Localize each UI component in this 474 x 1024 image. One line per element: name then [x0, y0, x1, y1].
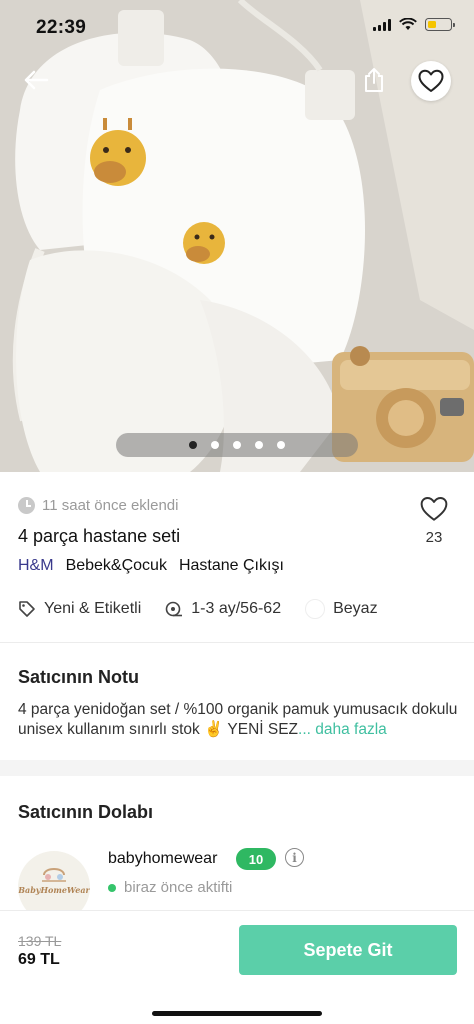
pager-dot[interactable] [189, 441, 197, 449]
checkout-bar: 139 TL 69 TL Sepete Git [0, 910, 474, 1024]
like-button[interactable]: 23 [414, 496, 454, 546]
measuring-tape-icon [165, 601, 183, 617]
favorite-button[interactable] [411, 61, 451, 101]
condition-attr: Yeni & Etiketli [18, 600, 141, 618]
seller-note-body: 4 parça yenidoğan set / %100 organik pam… [18, 701, 458, 738]
seller-status-text: biraz önce aktifti [124, 879, 233, 896]
size-text: 1-3 ay/56-62 [191, 600, 282, 617]
read-more-link[interactable]: ... daha fazla [298, 721, 387, 738]
category-link[interactable]: Bebek&Çocuk [66, 557, 167, 575]
size-attr: 1-3 ay/56-62 [165, 600, 281, 618]
status-bar: 22:39 [0, 0, 474, 56]
color-swatch [305, 599, 326, 619]
tag-icon [19, 601, 35, 617]
heart-outline-icon [418, 69, 444, 92]
like-count: 23 [425, 529, 443, 546]
info-icon[interactable]: i [285, 848, 304, 867]
heart-outline-icon [420, 497, 448, 521]
section-separator [0, 760, 474, 776]
pager-dot[interactable] [277, 441, 285, 449]
go-to-cart-button[interactable]: Sepete Git [239, 925, 457, 975]
signal-icon [373, 18, 391, 31]
seller-note-title: Satıcının Notu [18, 667, 139, 687]
status-icons [373, 18, 455, 31]
seller-name[interactable]: babyhomewear [108, 850, 217, 868]
battery-icon [425, 18, 455, 31]
seller-status: biraz önce aktifti [108, 879, 232, 896]
arrow-left-icon [24, 70, 49, 90]
home-indicator[interactable] [152, 1011, 322, 1016]
pager-dot[interactable] [255, 441, 263, 449]
color-attr: Beyaz [305, 599, 378, 619]
wifi-icon [399, 18, 417, 30]
pager-dot[interactable] [211, 441, 219, 449]
divider [0, 642, 474, 643]
share-icon [365, 68, 383, 92]
product-title: 4 parça hastane seti [18, 526, 181, 546]
clock-icon [18, 497, 35, 514]
online-status-dot [108, 883, 116, 892]
product-attributes: Yeni & Etiketli 1-3 ay/56-62 Beyaz [18, 599, 402, 619]
category-link[interactable]: Hastane Çıkışı [179, 557, 284, 575]
share-button[interactable] [356, 62, 392, 98]
avatar-text: BabyHomeWear [18, 885, 90, 895]
image-pager[interactable] [116, 433, 358, 457]
old-price: 139 TL [18, 933, 62, 949]
back-button[interactable] [18, 62, 54, 98]
product-photo [0, 0, 474, 472]
product-tags: H&M Bebek&Çocuk Hastane Çıkışı [18, 557, 284, 575]
brand-link[interactable]: H&M [18, 557, 54, 575]
pager-dot[interactable] [233, 441, 241, 449]
added-time: 11 saat önce eklendi [18, 497, 179, 514]
seller-note-text: 4 parça yenidoğan set / %100 organik pam… [18, 700, 458, 740]
seller-level-badge: 10 [236, 848, 276, 870]
status-time: 22:39 [36, 17, 87, 38]
product-image[interactable]: 22:39 [0, 0, 474, 472]
condition-text: Yeni & Etiketli [44, 600, 142, 617]
color-text: Beyaz [333, 600, 378, 617]
seller-closet-title: Satıcının Dolabı [18, 802, 154, 822]
added-time-text: 11 saat önce eklendi [42, 497, 179, 514]
price: 69 TL [18, 951, 60, 968]
